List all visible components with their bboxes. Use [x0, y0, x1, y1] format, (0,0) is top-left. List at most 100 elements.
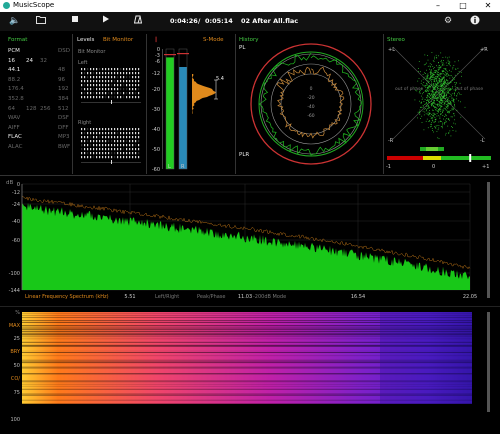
format-cell: BWF: [58, 144, 71, 150]
close-icon[interactable]: ✕: [480, 1, 496, 11]
polar-ring-green: [258, 51, 364, 157]
stereo-point: [434, 81, 436, 82]
stereo-point: [443, 77, 445, 79]
stereo-point: [438, 68, 440, 70]
stereo-point: [426, 87, 428, 88]
minimize-icon[interactable]: –: [430, 1, 446, 11]
stereo-point: [441, 77, 443, 79]
meter-label-left: L: [168, 164, 171, 170]
stereo-point: [443, 82, 445, 84]
stereo-point: [448, 90, 450, 92]
stereo-point: [431, 64, 432, 66]
toolbar: 🔈 0:04:26 / 0:05:14 02 After All.flac ⚙: [0, 12, 500, 31]
spectrum-scrollbar[interactable]: [487, 182, 490, 298]
levels-mode[interactable]: Bit Monitor: [103, 37, 133, 43]
stereo-point: [438, 138, 440, 139]
stereo-point: [443, 88, 445, 90]
stereo-point: [439, 108, 440, 109]
stereo-point: [436, 104, 438, 105]
stereo-point: [421, 101, 422, 103]
bit-cell: [126, 132, 128, 135]
bit-cell: [99, 76, 101, 79]
stereo-point: [429, 115, 431, 117]
info-icon[interactable]: [470, 15, 480, 29]
stereo-point: [431, 80, 432, 82]
play-icon[interactable]: [102, 15, 110, 28]
stereo-point: [437, 87, 438, 89]
stereo-point: [445, 70, 447, 72]
bit-cell: [132, 136, 134, 139]
stereo-point: [434, 71, 436, 73]
bit-cell: [99, 132, 101, 135]
track-duration: 0:05:14: [205, 17, 233, 25]
stereo-point: [440, 96, 441, 98]
stereo-point: [441, 99, 443, 101]
stop-icon[interactable]: [71, 15, 79, 28]
volume-icon[interactable]: 🔈: [9, 15, 20, 27]
stereo-corner-plus-r: +R: [480, 47, 488, 53]
settings-icon[interactable]: ⚙: [444, 15, 452, 27]
stereo-point: [431, 103, 432, 104]
bit-cell: [96, 96, 98, 99]
bit-cell: [81, 96, 83, 99]
stereo-point: [442, 111, 443, 113]
bit-center: [111, 160, 112, 164]
bit-cell: [84, 84, 86, 87]
bit-cell: [123, 80, 125, 83]
stereo-point: [439, 74, 441, 76]
meter-tick-label: -20: [152, 87, 160, 93]
bit-cell: [84, 92, 86, 95]
stereo-point: [426, 83, 428, 84]
stereo-point: [438, 89, 440, 91]
folder-icon[interactable]: [36, 15, 46, 28]
stereo-point: [439, 121, 441, 122]
bit-cell: [99, 148, 101, 151]
stereo-point: [447, 99, 449, 101]
bit-cell: [117, 136, 119, 139]
stereo-point: [443, 91, 445, 93]
bit-cell: [135, 76, 137, 79]
stereo-point: [414, 99, 416, 101]
stereo-point: [427, 80, 429, 82]
stereo-point: [418, 92, 420, 94]
stereo-point: [449, 96, 451, 97]
stereo-point: [460, 71, 462, 73]
s-mode-label[interactable]: S-Mode: [203, 37, 223, 43]
stereo-point: [438, 109, 439, 110]
stereo-point: [447, 101, 449, 103]
stereo-point: [452, 87, 453, 89]
bit-cell: [102, 156, 104, 159]
maximize-icon[interactable]: □: [455, 1, 471, 11]
stereo-point: [432, 102, 434, 103]
stereo-point: [443, 96, 444, 97]
stereo-point: [449, 77, 451, 79]
bit-cell: [90, 148, 92, 151]
stereo-point: [441, 94, 443, 96]
stereo-point: [432, 91, 434, 93]
stereo-point: [441, 59, 442, 61]
metronome-icon[interactable]: [133, 15, 143, 29]
stereo-point: [441, 95, 442, 97]
stereo-point: [420, 71, 421, 73]
spectrogram-scrollbar[interactable]: [487, 312, 490, 412]
stereo-point: [430, 103, 432, 105]
stereo-point: [435, 125, 437, 127]
spectrogram-y-tick: 50: [14, 363, 20, 369]
bit-cell: [138, 76, 140, 79]
stereo-point: [431, 83, 433, 85]
stereo-point: [431, 96, 433, 98]
bit-cell: [114, 144, 116, 147]
stereo-point: [423, 114, 425, 116]
stereo-point: [422, 78, 424, 80]
stereo-point: [429, 63, 431, 65]
spectrogram-y-tick: %: [15, 310, 20, 316]
bit-cell: [114, 140, 116, 143]
app-icon: [3, 2, 10, 9]
stereo-point: [434, 94, 436, 96]
stereo-point: [419, 109, 421, 111]
meter-tick-label: -60: [152, 167, 160, 173]
stereo-point: [443, 94, 444, 96]
stereo-point: [434, 82, 436, 84]
stereo-point: [436, 88, 438, 90]
bit-cell: [123, 140, 125, 143]
